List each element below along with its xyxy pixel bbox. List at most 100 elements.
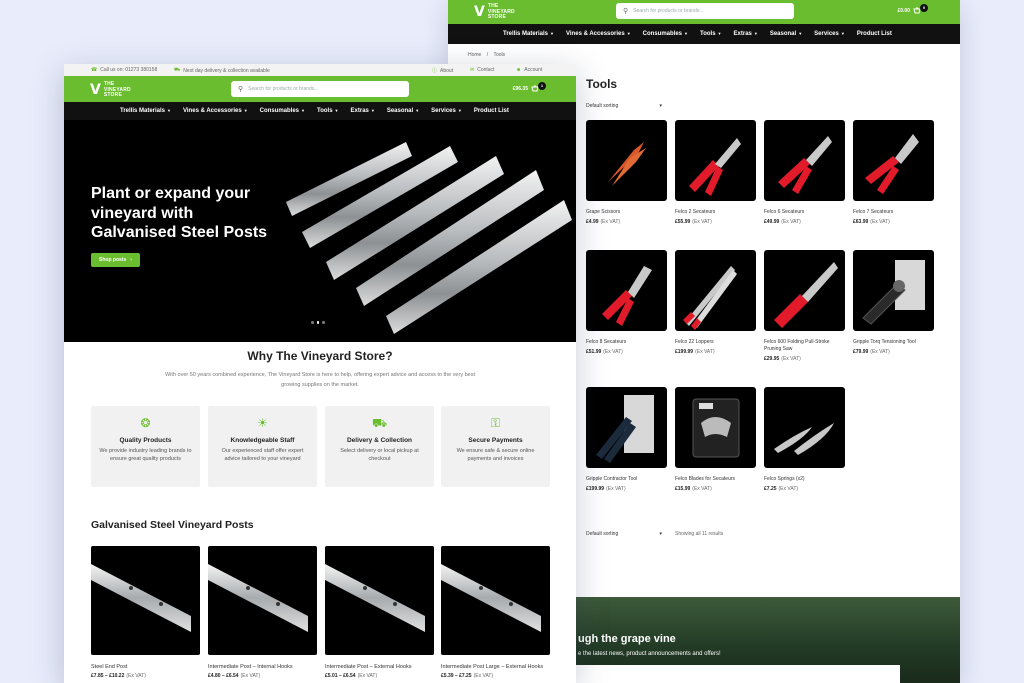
site-logo[interactable]: V THE VINEYARD STORE (90, 81, 131, 99)
nav-item-trellis-materials[interactable]: Trellis Materials ▼ (503, 31, 554, 37)
nav-item-extras[interactable]: Extras ▼ (351, 108, 375, 114)
product-name[interactable]: Felco 6 Secateurs (764, 209, 845, 216)
product-image[interactable] (675, 250, 756, 331)
post-image[interactable] (91, 546, 200, 655)
nav-item-vines-accessories[interactable]: Vines & Accessories ▼ (183, 108, 248, 114)
product-name[interactable]: Felco 2 Secateurs (675, 209, 756, 216)
product-image[interactable] (764, 387, 845, 468)
product-name[interactable]: Felco 22 Loppers (675, 339, 756, 346)
nav-item-trellis-materials[interactable]: Trellis Materials ▼ (120, 108, 171, 114)
breadcrumb-home[interactable]: Home (468, 52, 481, 58)
search-input[interactable]: ⚲ Search for products or brands... (231, 81, 409, 97)
product-name[interactable]: Felco 7 Secateurs (853, 209, 934, 216)
nav-item-tools[interactable]: Tools ▼ (700, 31, 722, 37)
site-logo[interactable]: V THE VINEYARD STORE (474, 3, 515, 21)
post-card[interactable]: Intermediate Post – External Hooks £5.01… (325, 546, 434, 679)
product-card[interactable]: Felco 600 Folding Pull-Stroke Pruning Sa… (764, 250, 845, 362)
newsletter-heading: ugh the grape vine (578, 633, 676, 645)
post-image[interactable] (325, 546, 434, 655)
account-link[interactable]: ☻ Account (516, 67, 542, 73)
nav-item-consumables[interactable]: Consumables ▼ (643, 31, 688, 37)
product-name[interactable]: Felco Springs (x2) (764, 476, 845, 483)
nav-item-services[interactable]: Services ▼ (814, 31, 845, 37)
feature-title: Delivery & Collection (346, 437, 413, 444)
nav-item-services[interactable]: Services ▼ (431, 108, 462, 114)
post-name[interactable]: Intermediate Post Large – External Hooks (441, 664, 550, 671)
hero-heading: Plant or expand your vineyard with Galva… (91, 185, 268, 241)
utility-bar: ☎ Call us on: 01273 380158 ⛟ Next day deli… (64, 64, 576, 76)
product-name[interactable]: Felco Blades for Secateurs (675, 476, 756, 483)
post-image[interactable] (208, 546, 317, 655)
chevron-down-icon: ▼ (626, 31, 631, 36)
feature-title: Quality Products (119, 437, 172, 444)
product-price: £199.99 (Ex VAT) (675, 349, 715, 355)
feature-card: ☀ Knowledgeable Staff Our experienced st… (208, 406, 317, 487)
nav-item-product-list[interactable]: Product List (857, 31, 892, 37)
product-image[interactable] (675, 120, 756, 201)
nav-item-extras[interactable]: Extras ▼ (734, 31, 758, 37)
cart-button[interactable]: £96.35 1 (513, 81, 546, 92)
nav-item-vines-accessories[interactable]: Vines & Accessories ▼ (566, 31, 631, 37)
product-image[interactable] (764, 250, 845, 331)
nav-item-seasonal[interactable]: Seasonal ▼ (387, 108, 419, 114)
product-price: £199.99 (Ex VAT) (586, 486, 626, 492)
post-image[interactable] (441, 546, 550, 655)
product-name[interactable]: Felco 600 Folding Pull-Stroke Pruning Sa… (764, 339, 845, 353)
nav-item-consumables[interactable]: Consumables ▼ (260, 108, 305, 114)
product-image[interactable] (764, 120, 845, 201)
chevron-down-icon: ▼ (550, 31, 554, 36)
post-name[interactable]: Intermediate Post – Internal Hooks (208, 664, 317, 671)
product-card[interactable]: Felco 22 Loppers £199.99 (Ex VAT) (675, 250, 756, 355)
product-name[interactable]: Gripple Contractor Tool (586, 476, 667, 483)
product-price: £63.99 (Ex VAT) (853, 219, 890, 225)
carousel-dot-active[interactable] (316, 321, 319, 324)
post-card[interactable]: Intermediate Post Large – External Hooks… (441, 546, 550, 679)
cart-button[interactable]: £0.00 0 (897, 3, 928, 14)
newsletter-email-input[interactable] (574, 665, 900, 683)
product-card[interactable]: Felco 6 Secateurs £49.99 (Ex VAT) (764, 120, 845, 225)
feature-desc: We ensure safe & secure online payments … (456, 448, 535, 462)
product-card[interactable]: Felco 2 Secateurs £55.99 (Ex VAT) (675, 120, 756, 225)
product-name[interactable]: Grape Scissors (586, 209, 667, 216)
shop-posts-button[interactable]: Shop posts › (91, 253, 140, 267)
sort-select-top[interactable]: Default sorting ▾ (586, 103, 662, 109)
carousel-dots[interactable] (311, 321, 325, 324)
product-image[interactable] (675, 387, 756, 468)
truck-icon: ⛟ (174, 67, 181, 73)
chevron-down-icon: ▼ (798, 31, 803, 36)
carousel-dot[interactable] (322, 321, 325, 324)
post-card[interactable]: Intermediate Post – Internal Hooks £4.80… (208, 546, 317, 679)
nav-item-seasonal[interactable]: Seasonal ▼ (770, 31, 802, 37)
post-name[interactable]: Steel End Post (91, 664, 200, 671)
main-nav: Trellis Materials ▼ Vines & Accessories ▼ Co… (448, 24, 960, 44)
post-card[interactable]: Steel End Post £7.85 – £10.22 (Ex VAT) (91, 546, 200, 679)
carousel-dot[interactable] (311, 321, 314, 324)
product-name[interactable]: Gripple Torq Tensioning Tool (853, 339, 934, 346)
product-card[interactable]: Felco Springs (x2) £7.25 (Ex VAT) (764, 387, 845, 492)
product-card[interactable]: Felco 7 Secateurs £63.99 (Ex VAT) (853, 120, 934, 225)
product-image[interactable] (586, 387, 667, 468)
product-card[interactable]: Grape Scissors £4.99 (Ex VAT) (586, 120, 667, 225)
product-price: £29.95 (Ex VAT) (764, 356, 801, 362)
sort-select-bottom[interactable]: Default sorting ▾ (586, 531, 662, 537)
product-card[interactable]: Felco Blades for Secateurs £15.99 (Ex VAT… (675, 387, 756, 492)
contact-link[interactable]: ✉ Contact (470, 67, 494, 73)
product-card[interactable]: Felco 8 Secateurs £51.99 (Ex VAT) (586, 250, 667, 355)
nav-item-product-list[interactable]: Product List (474, 108, 509, 114)
cart-count-badge: 1 (538, 81, 546, 90)
product-image[interactable] (586, 120, 667, 201)
product-image[interactable] (853, 250, 934, 331)
chevron-down-icon: ▼ (167, 108, 171, 113)
post-name[interactable]: Intermediate Post – External Hooks (325, 664, 434, 671)
product-name[interactable]: Felco 8 Secateurs (586, 339, 667, 346)
lock-icon: ⚿ (490, 416, 501, 430)
phone-link[interactable]: ☎ Call us on: 01273 380158 (91, 67, 157, 73)
hero-banner: Plant or expand your vineyard with Galva… (64, 120, 576, 342)
product-image[interactable] (853, 120, 934, 201)
about-link[interactable]: ⓘ About (432, 67, 453, 75)
product-card[interactable]: Gripple Contractor Tool £199.99 (Ex VAT) (586, 387, 667, 492)
nav-item-tools[interactable]: Tools ▼ (317, 108, 339, 114)
product-card[interactable]: Gripple Torq Tensioning Tool £79.99 (Ex V… (853, 250, 934, 355)
product-image[interactable] (586, 250, 667, 331)
search-input[interactable]: ⚲ Search for products or brands... (616, 3, 794, 19)
